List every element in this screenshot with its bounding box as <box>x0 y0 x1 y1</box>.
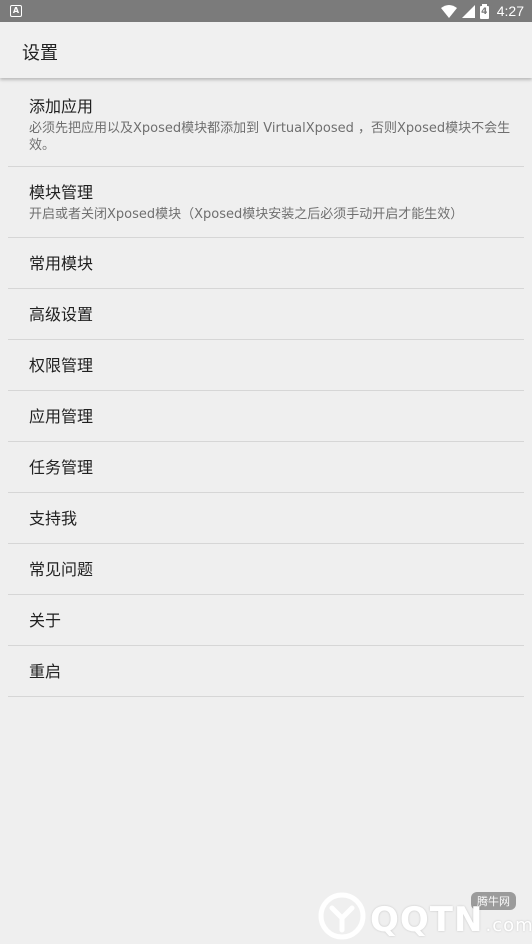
list-item-common-modules[interactable]: 常用模块 <box>8 238 524 289</box>
cell-signal-icon <box>461 4 475 18</box>
list-item-advanced-settings[interactable]: 高级设置 <box>8 289 524 340</box>
watermark: 腾牛网 QQTN .com <box>314 886 532 942</box>
list-item-title: 常见问题 <box>29 560 94 579</box>
list-item-module-management[interactable]: 模块管理 开启或者关闭Xposed模块（Xposed模块安装之后必须手动开启才能… <box>8 167 524 238</box>
list-item-title: 模块管理 <box>29 183 94 202</box>
list-item-support-me[interactable]: 支持我 <box>8 493 524 544</box>
list-item-subtitle: 必须先把应用以及Xposed模块都添加到 VirtualXposed ，否则Xp… <box>29 121 511 153</box>
list-item-permission-management[interactable]: 权限管理 <box>8 340 524 391</box>
app-notification-icon: A <box>10 5 22 17</box>
list-item-add-app[interactable]: 添加应用 必须先把应用以及Xposed模块都添加到 VirtualXposed … <box>8 81 524 167</box>
page-title: 设置 <box>22 43 58 64</box>
list-item-title: 常用模块 <box>29 254 94 273</box>
battery-level: 4 <box>479 5 489 19</box>
list-item-task-management[interactable]: 任务管理 <box>8 442 524 493</box>
list-item-title: 关于 <box>29 611 62 630</box>
list-item-title: 应用管理 <box>29 407 94 426</box>
list-item-title: 添加应用 <box>29 97 94 116</box>
list-item-title: 重启 <box>29 662 62 681</box>
status-bar: A 4 4:27 <box>0 0 532 22</box>
list-item-title: 支持我 <box>29 509 78 528</box>
watermark-logo-icon <box>318 892 366 940</box>
wifi-icon <box>440 4 457 18</box>
battery-icon: 4 <box>479 3 489 19</box>
list-item-title: 任务管理 <box>29 458 94 477</box>
list-item-reboot[interactable]: 重启 <box>8 646 524 697</box>
list-item-app-management[interactable]: 应用管理 <box>8 391 524 442</box>
status-icons: 4 4:27 <box>440 0 524 22</box>
app-bar: 设置 <box>0 22 532 78</box>
watermark-suffix: .com <box>485 915 532 936</box>
status-time: 4:27 <box>496 3 524 19</box>
settings-list: 添加应用 必须先把应用以及Xposed模块都添加到 VirtualXposed … <box>8 81 524 697</box>
list-item-about[interactable]: 关于 <box>8 595 524 646</box>
list-item-title: 权限管理 <box>29 356 94 375</box>
list-item-subtitle: 开启或者关闭Xposed模块（Xposed模块安装之后必须手动开启才能生效） <box>29 207 464 222</box>
watermark-brand-name: QQTN <box>370 900 484 940</box>
watermark-brand: QQTN .com <box>370 900 532 940</box>
list-item-faq[interactable]: 常见问题 <box>8 544 524 595</box>
list-item-title: 高级设置 <box>29 305 94 324</box>
